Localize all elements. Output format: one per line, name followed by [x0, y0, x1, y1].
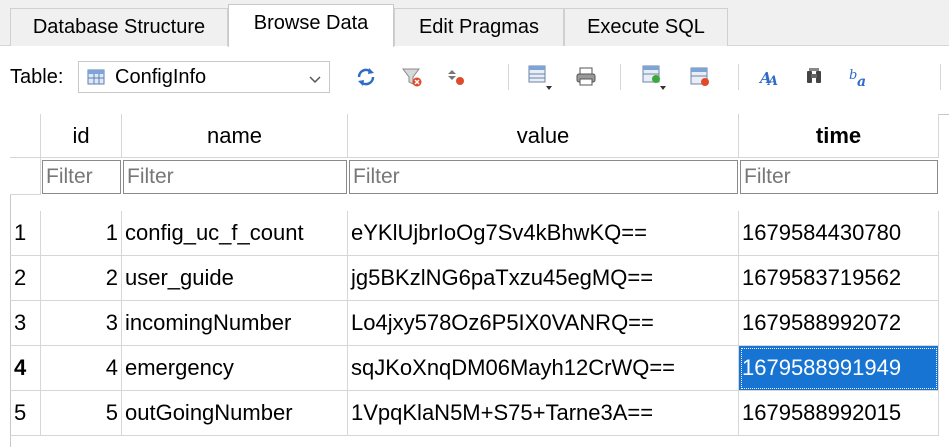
svg-text:a: a [857, 74, 866, 89]
refresh-icon[interactable] [352, 60, 380, 94]
selected-table-name: ConfigInfo [115, 66, 207, 88]
table-cell-time[interactable]: 1679588992072 [739, 301, 939, 346]
toolbar-separator [940, 64, 941, 90]
tab-browse-data[interactable]: Browse Data [228, 4, 394, 47]
tab-bar: Database Structure Browse Data Edit Prag… [0, 0, 949, 47]
find-replace-icon[interactable] [800, 60, 828, 94]
grid-corner[interactable] [10, 114, 41, 158]
row-header[interactable]: 2 [10, 256, 41, 301]
row-header[interactable]: 1 [10, 211, 41, 256]
data-grid: id name value time Filter Filter Filter … [0, 114, 949, 447]
clear-filter-icon[interactable] [398, 60, 426, 94]
row-header-current[interactable]: 4 [10, 346, 41, 391]
column-header-time[interactable]: time [739, 114, 939, 158]
row-header[interactable]: 3 [10, 301, 41, 346]
row-header[interactable]: 5 [10, 391, 41, 436]
toolbar-separator [620, 64, 621, 90]
table-cell-time[interactable]: 1679588992015 [739, 391, 939, 436]
table-cell-id[interactable]: 4 [41, 346, 122, 391]
column-header-value[interactable]: value [348, 114, 739, 158]
table-cell-id[interactable]: 3 [41, 301, 122, 346]
filter-row-header [10, 158, 41, 195]
table-cell-id[interactable]: 5 [41, 391, 122, 436]
toolbar-separator [738, 64, 739, 90]
table-cell-value[interactable]: jg5BKzlNG6paTxzu45egMQ== [348, 256, 739, 301]
table-cell-name[interactable]: config_uc_f_count [122, 211, 348, 256]
browse-toolbar: Table: ConfigInfo A A b a [0, 46, 949, 108]
save-table-icon[interactable] [526, 60, 554, 94]
table-cell-name[interactable]: emergency [122, 346, 348, 391]
table-cell-name[interactable]: incomingNumber [122, 301, 348, 346]
table-cell-value[interactable]: 1VpqKlaN5M+S75+Tarne3A== [348, 391, 739, 436]
table-cell-name[interactable]: user_guide [122, 256, 348, 301]
filter-input-id[interactable]: Filter [42, 160, 121, 194]
insert-record-icon[interactable] [640, 60, 668, 94]
table-cell-name[interactable]: outGoingNumber [122, 391, 348, 436]
filter-input-name[interactable]: Filter [123, 160, 347, 194]
filter-input-time[interactable]: Filter [740, 160, 938, 194]
table-cell-time[interactable]: 1679584430780 [739, 211, 939, 256]
tab-execute-sql[interactable]: Execute SQL [564, 8, 728, 46]
delete-record-icon[interactable] [686, 60, 714, 94]
text-format-icon[interactable]: b a [846, 60, 874, 94]
table-selector[interactable]: ConfigInfo [78, 61, 330, 93]
table-cell-time[interactable]: 1679583719562 [739, 256, 939, 301]
table-cell-id[interactable]: 1 [41, 211, 122, 256]
svg-text:A: A [766, 74, 778, 89]
table-cell-value[interactable]: eYKlUjbrIoOg7Sv4kBhwKQ== [348, 211, 739, 256]
toolbar-separator [508, 64, 509, 90]
filter-input-value[interactable]: Filter [349, 160, 738, 194]
table-cell-id[interactable]: 2 [41, 256, 122, 301]
table-cell-value[interactable]: Lo4jxy578Oz6P5IX0VANRQ== [348, 301, 739, 346]
table-cell-value[interactable]: sqJKoXnqDM06Mayh12CrWQ== [348, 346, 739, 391]
table-cell-time-selected[interactable]: 1679588991949 [739, 346, 939, 391]
table-icon [87, 68, 105, 86]
tab-edit-pragmas[interactable]: Edit Pragmas [394, 8, 564, 46]
tab-database-structure[interactable]: Database Structure [10, 8, 228, 46]
find-icon[interactable]: A A [756, 60, 784, 94]
column-header-id[interactable]: id [41, 114, 122, 158]
table-label: Table: [10, 66, 64, 88]
sort-order-icon[interactable] [442, 60, 470, 94]
print-icon[interactable] [572, 60, 600, 94]
chevron-down-icon [309, 72, 321, 84]
column-header-name[interactable]: name [122, 114, 348, 158]
